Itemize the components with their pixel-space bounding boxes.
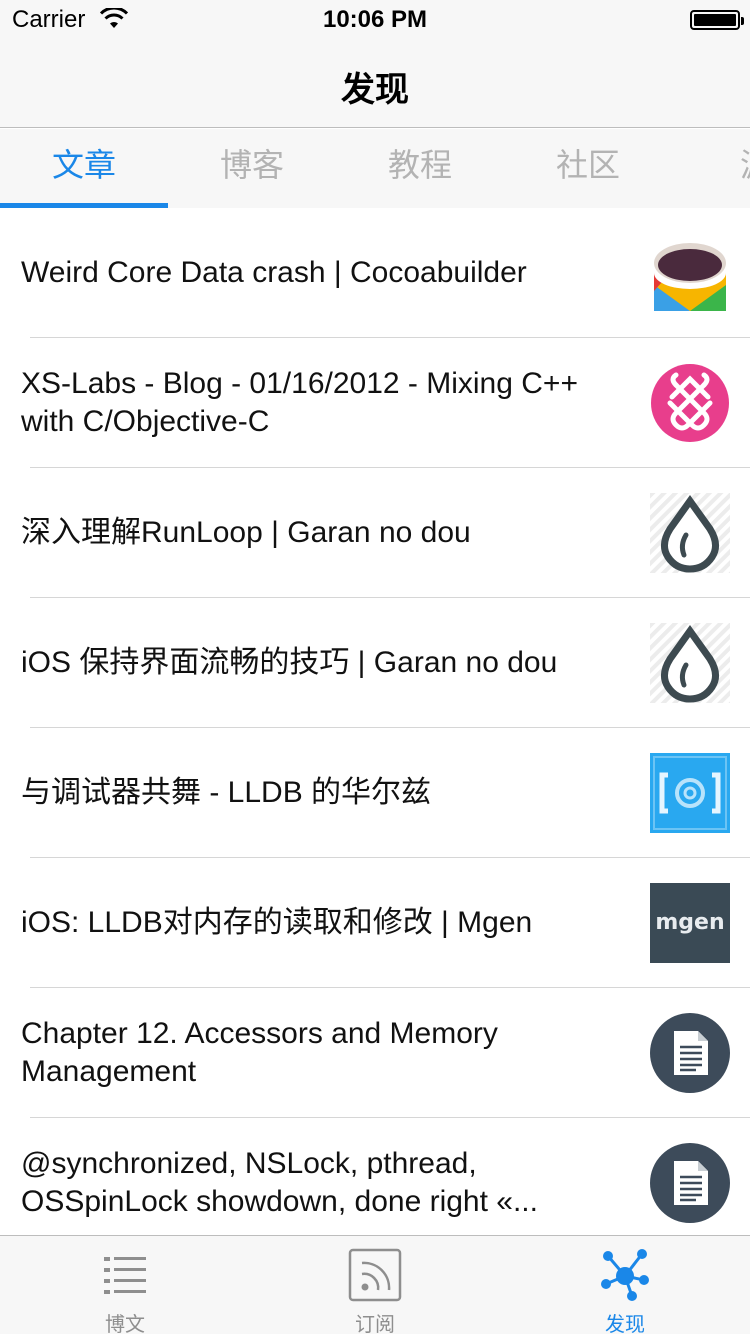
xs-labs-icon bbox=[650, 363, 730, 443]
network-icon bbox=[601, 1249, 649, 1301]
tab-bar-label: 博文 bbox=[105, 1312, 145, 1334]
article-title: iOS: LLDB对内存的读取和修改 | Mgen bbox=[21, 906, 533, 939]
water-drop-icon bbox=[650, 623, 730, 703]
list-item[interactable]: @synchronized, NSLock, pthread, OSSpinLo… bbox=[0, 1118, 750, 1235]
tab-community[interactable]: 社区 bbox=[504, 129, 672, 207]
tab-sources[interactable]: 源 bbox=[672, 129, 750, 207]
rss-icon bbox=[348, 1248, 402, 1302]
mgen-logo-icon: mgen bbox=[650, 883, 730, 963]
list-icon bbox=[104, 1257, 146, 1294]
tab-bar: 博文 订阅 发现 bbox=[0, 1235, 750, 1334]
list-item[interactable]: iOS: LLDB对内存的读取和修改 | Mgen mgen bbox=[0, 858, 750, 988]
article-title: @synchronized, NSLock, pthread, OSSpinLo… bbox=[21, 1147, 538, 1218]
article-list[interactable]: Weird Core Data crash | Cocoabuilder XS-… bbox=[0, 208, 750, 1235]
tab-bar-item-discover[interactable]: 发现 bbox=[500, 1236, 750, 1334]
tab-bar-label: 订阅 bbox=[355, 1312, 395, 1334]
list-item[interactable]: Weird Core Data crash | Cocoabuilder bbox=[0, 208, 750, 338]
article-title: Chapter 12. Accessors and Memory Managem… bbox=[21, 1017, 498, 1088]
list-item[interactable]: XS-Labs - Blog - 01/16/2012 - Mixing C++… bbox=[0, 338, 750, 468]
water-drop-icon bbox=[650, 493, 730, 573]
tab-articles[interactable]: 文章 bbox=[0, 129, 168, 207]
tab-tutorials[interactable]: 教程 bbox=[336, 129, 504, 207]
document-icon bbox=[650, 1013, 730, 1093]
tab-bar-item-subscriptions[interactable]: 订阅 bbox=[250, 1236, 500, 1334]
document-icon bbox=[650, 1143, 730, 1223]
tab-blogs[interactable]: 博客 bbox=[168, 129, 336, 207]
article-title: 深入理解RunLoop | Garan no dou bbox=[21, 516, 471, 549]
tab-bar-item-posts[interactable]: 博文 bbox=[0, 1236, 250, 1334]
category-tabs: 文章 博客 教程 社区 源 bbox=[0, 129, 750, 209]
status-bar: Carrier 10:06 PM bbox=[0, 0, 750, 40]
article-title: Weird Core Data crash | Cocoabuilder bbox=[21, 256, 527, 289]
article-title: iOS 保持界面流畅的技巧 | Garan no dou bbox=[21, 646, 558, 679]
list-item[interactable]: Chapter 12. Accessors and Memory Managem… bbox=[0, 988, 750, 1118]
cocoabuilder-icon bbox=[650, 233, 730, 313]
article-title: XS-Labs - Blog - 01/16/2012 - Mixing C++… bbox=[21, 367, 578, 438]
status-time: 10:06 PM bbox=[322, 6, 428, 33]
at-bracket-icon bbox=[650, 753, 730, 833]
navigation-bar: 发现 bbox=[0, 40, 750, 128]
list-item[interactable]: 深入理解RunLoop | Garan no dou bbox=[0, 468, 750, 598]
battery-icon bbox=[690, 10, 744, 30]
list-item[interactable]: 与调试器共舞 - LLDB 的华尔兹 bbox=[0, 728, 750, 858]
page-title: 发现 bbox=[341, 70, 409, 110]
article-title: 与调试器共舞 - LLDB 的华尔兹 bbox=[21, 776, 432, 809]
tab-bar-label: 发现 bbox=[605, 1312, 645, 1334]
list-item[interactable]: iOS 保持界面流畅的技巧 | Garan no dou bbox=[0, 598, 750, 728]
mgen-logo-text: mgen bbox=[655, 910, 724, 935]
